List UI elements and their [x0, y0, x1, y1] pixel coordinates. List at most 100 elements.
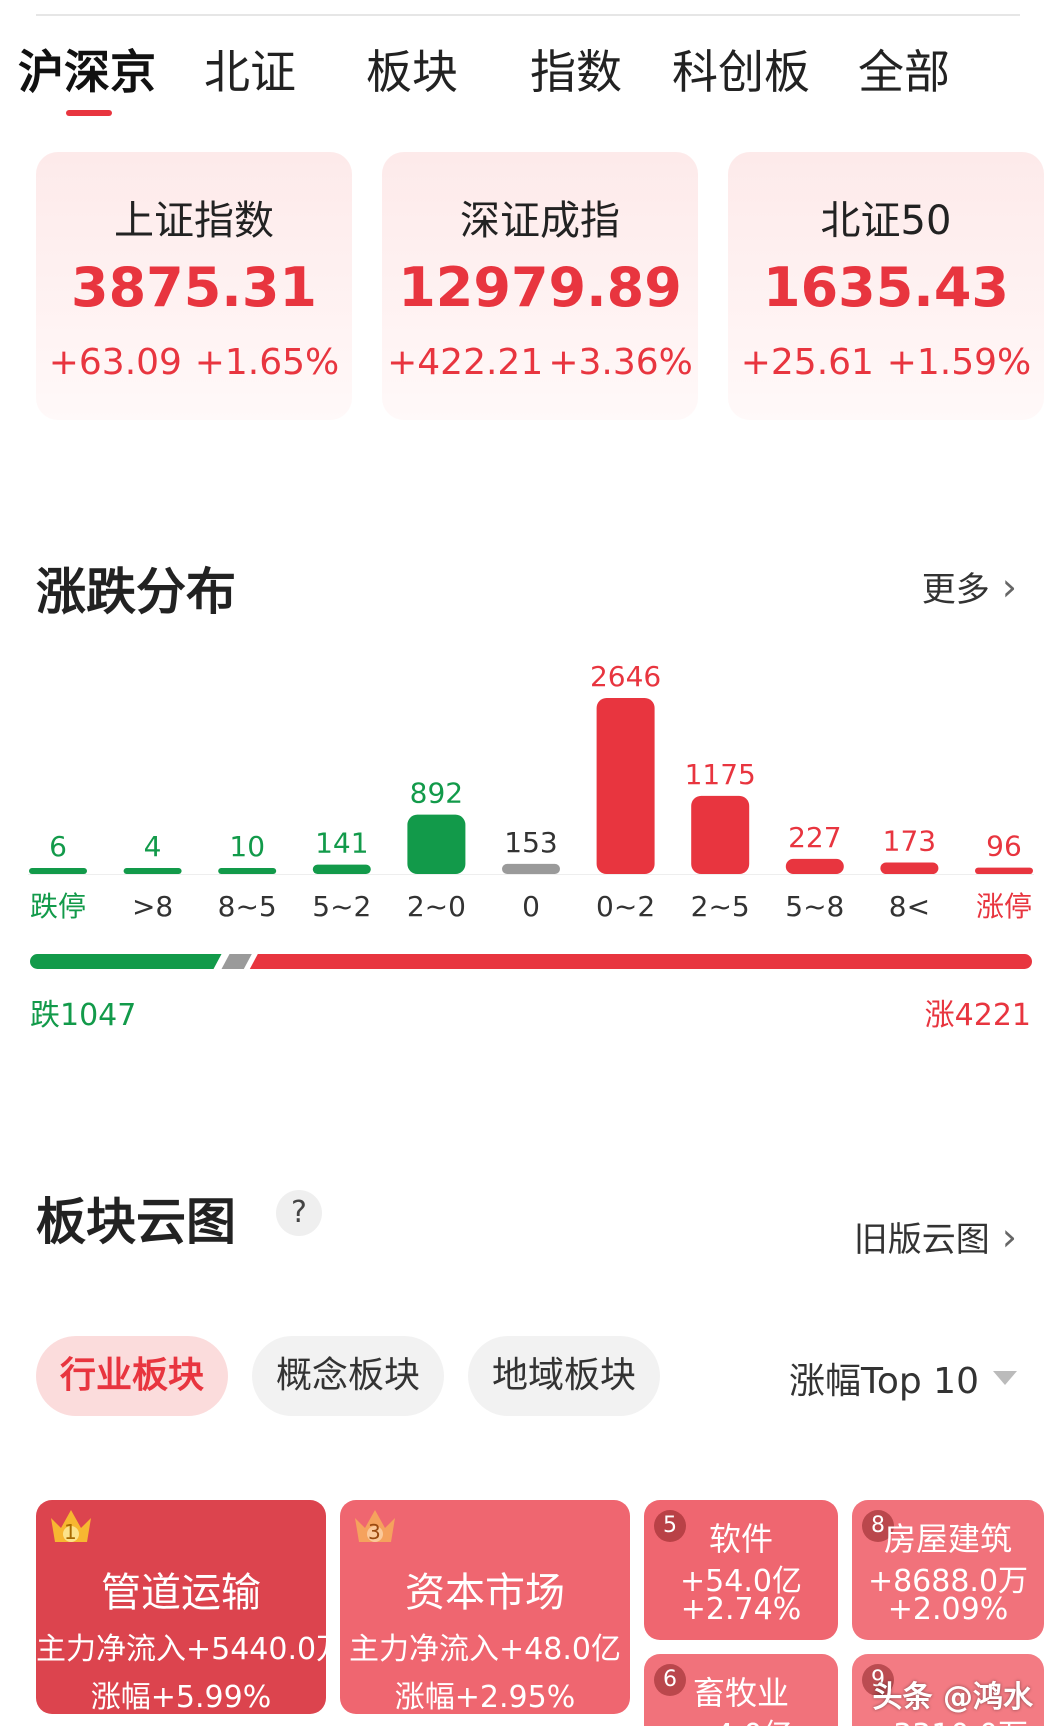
sector-name: 软件	[708, 1520, 773, 1558]
sector-flow: +4.0亿	[644, 1710, 838, 1726]
index-value: 1635.43	[763, 256, 1009, 319]
index-pct: +1.65%	[194, 342, 340, 383]
chevron-right-icon: ›	[1001, 1214, 1017, 1259]
bar-value-label-3: 141	[315, 827, 368, 860]
sector-tile[interactable]: 8 房屋建筑 +8688.0万 +2.09%	[852, 1500, 1044, 1640]
ratio-down-segment	[30, 954, 222, 969]
bar-value-label-10: 96	[986, 830, 1022, 863]
sector-pct: +2.09%	[887, 1592, 1009, 1627]
sector-tile[interactable]: 5 软件 +54.0亿 +2.74%	[644, 1500, 838, 1640]
category-label-7: 2~5	[691, 890, 750, 923]
bar-6	[596, 698, 655, 874]
index-cards: 上证指数 3875.31 +63.09 +1.65% 深证成指 12979.89…	[36, 152, 1044, 420]
bar-0	[29, 868, 87, 874]
market-tabs: 沪深京 北证 板块 指数 科创板 全部	[0, 36, 1061, 116]
bar-4	[407, 814, 466, 874]
rank-number: 3	[368, 1520, 381, 1544]
sort-label: 涨幅Top 10	[788, 1361, 979, 1402]
index-change: +63.09	[48, 342, 182, 383]
bar-7	[691, 795, 750, 874]
distribution-title: 涨跌分布	[36, 563, 236, 621]
category-label-10: 涨停	[976, 890, 1032, 923]
bar-8	[785, 858, 844, 874]
bar-value-label-2: 10	[229, 830, 265, 863]
index-change: +422.21	[387, 342, 544, 383]
tab-kechuangban[interactable]: 科创板	[672, 36, 810, 102]
filter-region[interactable]: 地域板块	[468, 1336, 660, 1416]
distribution-chart: 6 跌停 4 >8 10 8~5 141 5~2 892 2~0 153 0 2646 0~2 1175 2~…	[28, 660, 1034, 923]
bar-1	[123, 868, 182, 874]
distribution-more-link[interactable]: 更多 ›	[922, 562, 1017, 611]
index-changes: +25.61 +1.59%	[728, 342, 1044, 383]
index-name: 深证成指	[460, 198, 620, 244]
sector-pct: 涨幅+2.95%	[394, 1680, 576, 1714]
bar-3	[312, 864, 371, 874]
sort-dropdown[interactable]: 涨幅Top 10	[789, 1352, 1017, 1404]
index-pct: +3.36%	[548, 342, 693, 383]
sector-tile[interactable]: 1 管道运输 主力净流入+5440.0万 涨幅+5.99%	[36, 1500, 326, 1714]
up-down-ratio-bar	[30, 954, 1032, 969]
index-card-shanghai[interactable]: 上证指数 3875.31 +63.09 +1.65%	[36, 152, 352, 420]
sector-flow: 主力净流入+48.0亿	[349, 1632, 621, 1667]
filter-industry[interactable]: 行业板块	[36, 1336, 228, 1416]
sector-name: 房屋建筑	[883, 1520, 1012, 1558]
top-divider	[36, 14, 1020, 16]
bar-10	[975, 867, 1033, 874]
sector-flow: 主力净流入+5440.0万	[36, 1632, 326, 1667]
ratio-flat-segment	[221, 954, 252, 969]
dropdown-triangle-icon	[993, 1371, 1017, 1385]
bar-value-label-0: 6	[49, 830, 67, 863]
bar-value-label-8: 227	[788, 821, 841, 854]
chevron-right-icon: ›	[1001, 564, 1017, 609]
category-label-6: 0~2	[596, 890, 655, 923]
bar-value-label-6: 2646	[590, 660, 661, 693]
bar-value-label-9: 173	[883, 824, 936, 857]
cloud-title: 板块云图	[36, 1193, 236, 1251]
index-name: 北证50	[820, 198, 952, 244]
category-label-0: 跌停	[30, 890, 86, 923]
tab-bankuai[interactable]: 板块	[366, 36, 458, 102]
index-changes: +63.09 +1.65%	[36, 342, 352, 383]
sector-name: 畜牧业	[692, 1674, 789, 1712]
bar-value-label-1: 4	[144, 830, 162, 863]
tab-zhishu[interactable]: 指数	[530, 36, 622, 102]
index-change: +25.61	[740, 342, 874, 383]
filter-concept[interactable]: 概念板块	[252, 1336, 444, 1416]
category-label-2: 8~5	[218, 890, 277, 923]
category-label-5: 0	[522, 890, 540, 923]
category-label-4: 2~0	[407, 890, 466, 923]
more-label: 更多	[921, 570, 990, 610]
down-count-label: 跌1047	[30, 998, 137, 1033]
index-changes: +422.21 +3.36%	[382, 342, 698, 383]
old-cloud-label: 旧版云图	[853, 1220, 990, 1260]
index-card-shenzhen[interactable]: 深证成指 12979.89 +422.21 +3.36%	[382, 152, 698, 420]
sector-tile[interactable]: 3 资本市场 主力净流入+48.0亿 涨幅+2.95%	[340, 1500, 630, 1714]
sector-name: 资本市场	[405, 1570, 565, 1616]
sector-pct: +2.74%	[680, 1592, 802, 1627]
tab-quanbu[interactable]: 全部	[858, 36, 950, 102]
index-card-beizheng50[interactable]: 北证50 1635.43 +25.61 +1.59%	[728, 152, 1044, 420]
tab-hushenjing[interactable]: 沪深京	[18, 36, 156, 102]
help-icon[interactable]: ?	[276, 1190, 322, 1236]
sector-name: 管道运输	[101, 1570, 261, 1616]
category-label-8: 5~8	[785, 890, 844, 923]
category-label-3: 5~2	[312, 890, 371, 923]
rank-number: 1	[64, 1520, 77, 1544]
bar-5	[502, 863, 560, 874]
bar-9	[880, 862, 939, 874]
category-label-1: >8	[132, 890, 173, 923]
bar-value-label-7: 1175	[685, 758, 756, 791]
old-cloud-link[interactable]: 旧版云图 ›	[854, 1212, 1017, 1261]
index-value: 3875.31	[71, 256, 317, 319]
index-pct: +1.59%	[886, 342, 1032, 383]
tab-beizheng[interactable]: 北证	[204, 36, 296, 102]
active-tab-indicator	[66, 110, 112, 116]
bar-2	[218, 868, 277, 874]
watermark: 头条 @鸿水	[872, 1680, 1033, 1715]
bar-value-label-5: 153	[504, 826, 557, 859]
sector-pct: 涨幅+5.99%	[90, 1680, 272, 1714]
ratio-up-segment	[249, 954, 1032, 969]
bar-value-label-4: 892	[410, 777, 463, 810]
sector-tile[interactable]: 6 畜牧业 +4.0亿	[644, 1654, 838, 1726]
index-name: 上证指数	[114, 198, 274, 244]
